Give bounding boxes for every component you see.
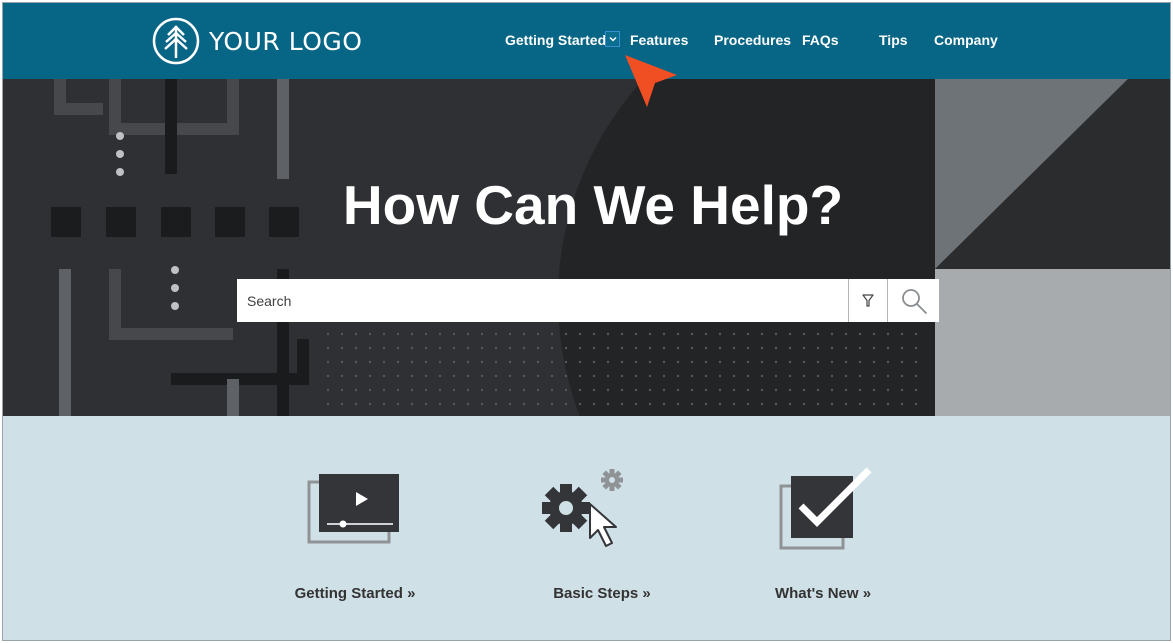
nav-tips[interactable]: Tips bbox=[879, 32, 908, 48]
hero-background-pattern bbox=[51, 79, 1170, 416]
nav-procedures[interactable]: Procedures bbox=[714, 32, 791, 48]
site-logo[interactable]: YOUR LOGO bbox=[151, 16, 362, 66]
tile-label: Getting Started » bbox=[294, 585, 416, 602]
search-filter-button[interactable] bbox=[848, 279, 888, 322]
magnifier-icon bbox=[902, 288, 927, 314]
search-submit-button[interactable] bbox=[889, 279, 939, 322]
gears-cursor-icon bbox=[542, 469, 623, 547]
tile-whats-new[interactable]: What's New » bbox=[723, 416, 923, 640]
nav-getting-started[interactable]: Getting Started bbox=[505, 32, 606, 48]
checkbox-icon bbox=[779, 467, 872, 550]
tile-label: What's New » bbox=[774, 585, 872, 602]
search-bar bbox=[237, 279, 939, 322]
hero-banner: How Can We Help? bbox=[3, 79, 1170, 416]
video-player-icon bbox=[307, 474, 399, 544]
nav-features[interactable]: Features bbox=[630, 32, 688, 48]
cursor-arrow-icon bbox=[625, 55, 677, 107]
nav-company[interactable]: Company bbox=[934, 32, 998, 48]
logo-text: YOUR LOGO bbox=[209, 26, 363, 56]
hero-title: How Can We Help? bbox=[342, 174, 844, 236]
tree-icon bbox=[152, 17, 200, 65]
tile-getting-started[interactable]: Getting Started » bbox=[255, 416, 455, 640]
quick-links-section: Getting Started » Basic Steps » What's N… bbox=[3, 416, 1170, 640]
nav-faqs[interactable]: FAQs bbox=[802, 32, 839, 48]
top-navigation-bar: YOUR LOGO Getting Started Features Proce… bbox=[3, 3, 1170, 79]
tile-label: Basic Steps » bbox=[553, 585, 651, 602]
browser-page: YOUR LOGO Getting Started Features Proce… bbox=[2, 2, 1171, 641]
search-input[interactable] bbox=[237, 279, 845, 322]
tile-basic-steps[interactable]: Basic Steps » bbox=[502, 416, 702, 640]
getting-started-dropdown-toggle[interactable] bbox=[605, 31, 620, 47]
chevron-down-icon bbox=[608, 36, 617, 42]
filter-icon bbox=[862, 293, 874, 307]
